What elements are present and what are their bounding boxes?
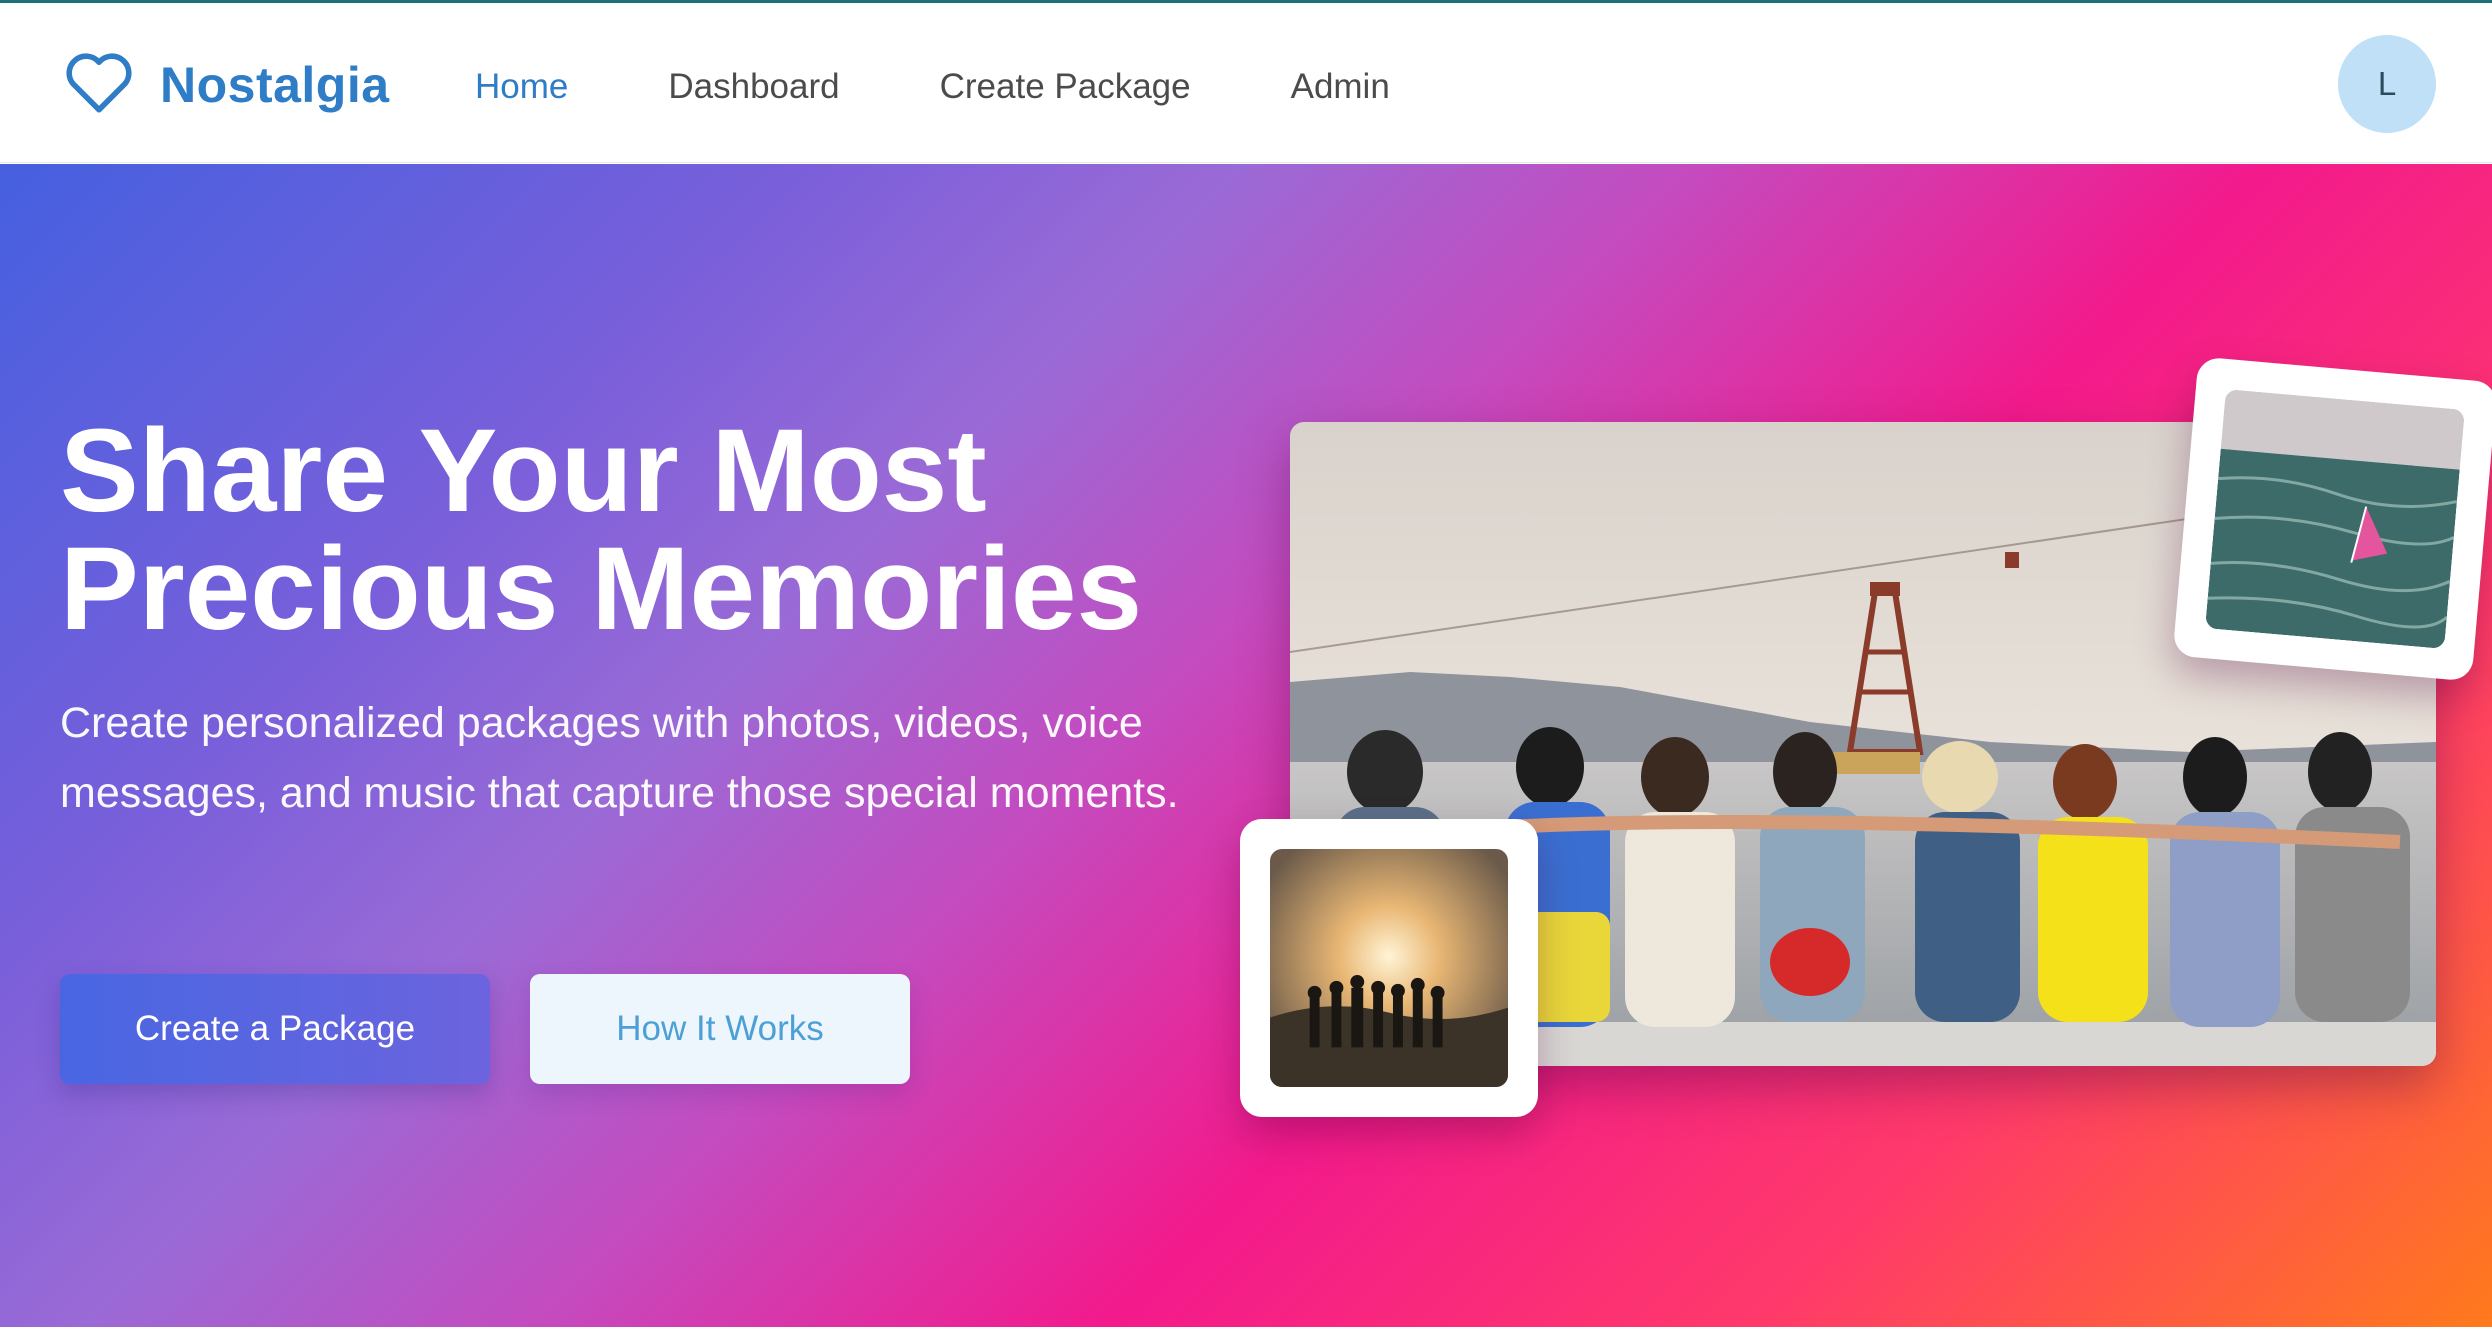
- hero-headline-line-2: Precious Memories: [60, 523, 1143, 655]
- hero-section: Share Your Most Precious Memories Create…: [0, 164, 2492, 1327]
- nav-item-create-package[interactable]: Create Package: [940, 65, 1191, 109]
- hero-subtitle: Create personalized packages with photos…: [60, 699, 1179, 817]
- heart-icon: [66, 53, 132, 113]
- windsurfing-photo: [2172, 356, 2492, 682]
- brand-name: Nostalgia: [160, 57, 390, 113]
- user-avatar[interactable]: L: [2338, 35, 2436, 133]
- how-it-works-button[interactable]: How It Works: [530, 974, 910, 1084]
- nav-item-dashboard[interactable]: Dashboard: [668, 65, 839, 109]
- top-navigation-bar: Nostalgia Home Dashboard Create Package …: [0, 0, 2492, 163]
- brand-logo[interactable]: Nostalgia: [60, 45, 390, 119]
- nav-item-admin[interactable]: Admin: [1291, 65, 1390, 109]
- sunset-silhouettes-photo: [1240, 819, 1538, 1117]
- nav-item-home[interactable]: Home: [475, 65, 568, 109]
- hero-headline-line-1: Share Your Most: [60, 405, 987, 537]
- main-nav: Home Dashboard Create Package Admin: [475, 65, 1490, 109]
- create-package-button[interactable]: Create a Package: [60, 974, 490, 1084]
- hero-headline: Share Your Most Precious Memories: [60, 412, 1240, 648]
